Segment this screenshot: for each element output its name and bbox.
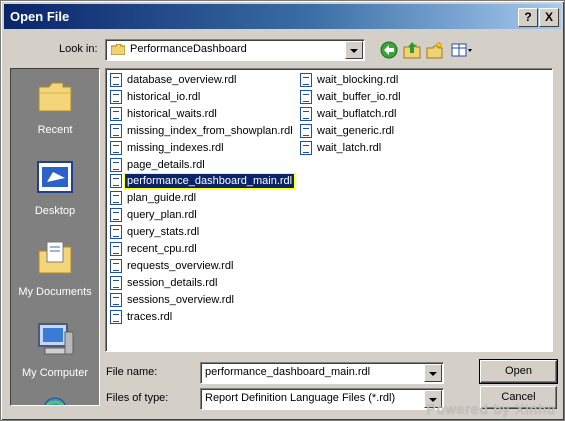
- report-file-icon: [110, 242, 122, 256]
- file-type-label: Files of type:: [106, 392, 169, 404]
- report-file-icon: [300, 106, 312, 121]
- file-name-text: wait_buflatch.rdl: [317, 107, 397, 120]
- close-button[interactable]: X: [539, 8, 559, 27]
- file-name-text: traces.rdl: [127, 310, 173, 323]
- file-name-text: wait_buffer_io.rdl: [317, 90, 401, 103]
- look-in-label: Look in:: [59, 43, 98, 55]
- report-file-icon: [110, 309, 122, 324]
- up-folder-icon[interactable]: [402, 40, 422, 60]
- file-name-text: performance_dashboard_main.rdl: [123, 173, 296, 190]
- file-name-text: missing_indexes.rdl: [127, 141, 224, 154]
- my-computer-icon: [38, 323, 74, 355]
- file-name-text: session_details.rdl: [127, 276, 218, 289]
- report-file-icon: [110, 140, 122, 155]
- recent-folder-icon: [38, 82, 72, 112]
- view-menu-icon[interactable]: [450, 40, 474, 60]
- file-name-text: wait_blocking.rdl: [317, 74, 399, 86]
- place-label: Recent: [37, 124, 73, 136]
- file-type-value: Report Definition Language Files (*.rdl): [205, 392, 396, 404]
- help-button[interactable]: ?: [518, 8, 538, 27]
- file-name-text: historical_io.rdl: [127, 90, 201, 103]
- dialog-title: Open File: [10, 9, 70, 24]
- open-button[interactable]: Open: [479, 359, 558, 384]
- look-in-value: PerformanceDashboard: [130, 43, 247, 55]
- place-my-documents[interactable]: My Documents: [11, 239, 99, 298]
- report-file-icon: [110, 106, 122, 121]
- file-name-text: wait_generic.rdl: [317, 124, 395, 137]
- place-desktop[interactable]: Desktop: [11, 158, 99, 217]
- place-label: My Documents: [18, 286, 92, 298]
- file-name-text: query_stats.rdl: [127, 226, 200, 239]
- report-file-icon: [300, 140, 312, 155]
- report-file-icon: [110, 123, 122, 138]
- file-name-text: sessions_overview.rdl: [127, 293, 234, 306]
- places-bar: Recent Desktop My Documents My Computer: [10, 68, 100, 406]
- file-name-text: page_details.rdl: [127, 158, 205, 171]
- file-name-text: historical_waits.rdl: [127, 107, 217, 120]
- report-file-icon: [110, 73, 122, 87]
- network-places-icon[interactable]: [35, 395, 75, 406]
- back-icon[interactable]: [379, 40, 399, 60]
- file-name-text: wait_latch.rdl: [317, 141, 382, 154]
- file-list[interactable]: database_overview.rdl historical_io.rdlhi…: [105, 68, 553, 352]
- file-name-text: database_overview.rdl: [127, 74, 237, 86]
- report-file-icon: [110, 191, 122, 206]
- report-file-icon: [110, 89, 122, 104]
- watermark-text: Powered by Xinhu: [426, 401, 556, 417]
- place-label: Desktop: [34, 205, 76, 217]
- chevron-down-icon[interactable]: [345, 41, 363, 59]
- chevron-down-icon[interactable]: [424, 364, 442, 382]
- file-name-label: File name:: [106, 366, 158, 378]
- file-name-text: requests_overview.rdl: [127, 259, 234, 272]
- file-type-combo[interactable]: Report Definition Language Files (*.rdl): [200, 388, 444, 410]
- report-file-icon: [110, 275, 122, 290]
- file-name-text: missing_index_from_showplan.rdl: [127, 124, 293, 137]
- file-name-combo[interactable]: performance_dashboard_main.rdl: [200, 362, 444, 384]
- place-my-computer[interactable]: My Computer: [11, 320, 99, 379]
- report-file-icon: [300, 123, 312, 138]
- report-file-icon: [110, 258, 122, 273]
- report-file-icon: [300, 73, 312, 87]
- open-file-dialog: Open File ? X Look in: PerformanceDashbo…: [0, 0, 565, 421]
- report-file-icon: [110, 174, 122, 189]
- report-file-icon: [300, 89, 312, 104]
- new-folder-icon[interactable]: [425, 40, 445, 60]
- file-name-text: recent_cpu.rdl: [127, 243, 197, 255]
- title-bar[interactable]: Open File ? X: [4, 4, 561, 29]
- report-file-icon: [110, 208, 122, 223]
- place-recent[interactable]: Recent: [11, 77, 99, 136]
- file-name-input[interactable]: performance_dashboard_main.rdl: [205, 366, 370, 378]
- file-name-text: plan_guide.rdl: [127, 192, 197, 205]
- file-name-text: query_plan.rdl: [127, 209, 197, 222]
- report-file-icon: [110, 225, 122, 240]
- report-file-icon: [110, 157, 122, 172]
- look-in-combo[interactable]: PerformanceDashboard: [105, 39, 365, 61]
- folder-icon: [111, 44, 125, 55]
- place-label: My Computer: [21, 367, 89, 379]
- report-file-icon: [110, 292, 122, 307]
- my-documents-icon: [38, 241, 72, 274]
- desktop-icon: [37, 161, 73, 193]
